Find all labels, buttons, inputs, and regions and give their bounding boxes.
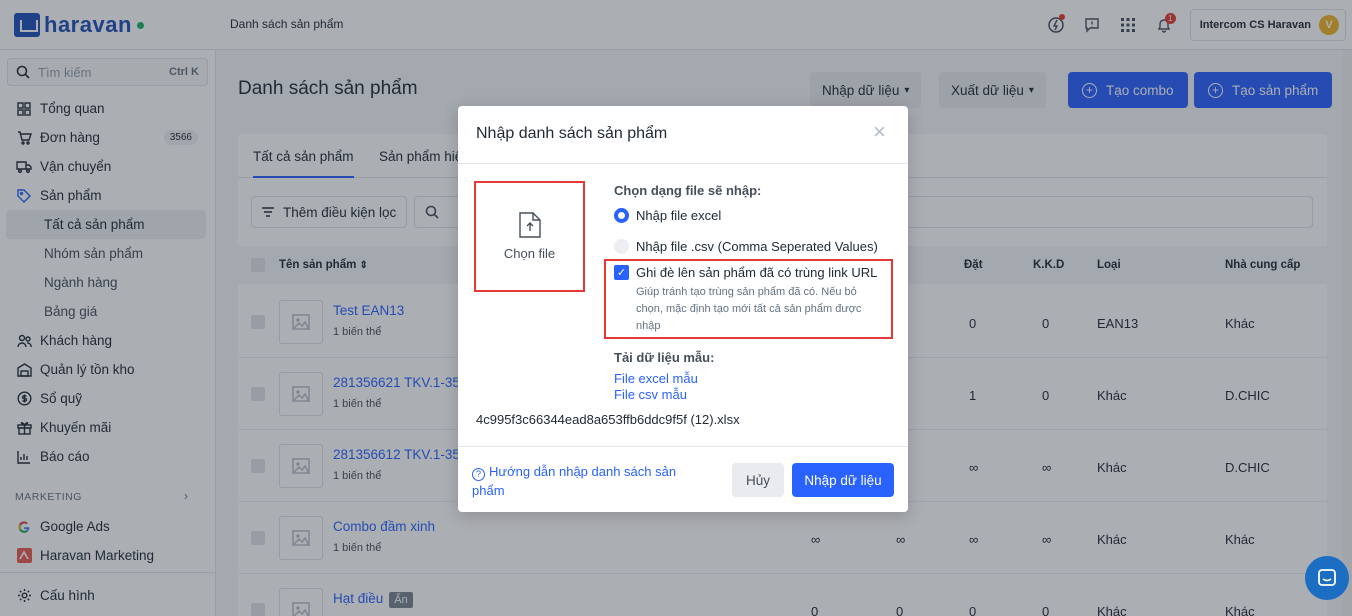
cancel-button[interactable]: Hủy bbox=[732, 463, 784, 497]
close-icon[interactable]: × bbox=[873, 121, 886, 143]
import-guide-label: Hướng dẫn nhập danh sách sản phẩm bbox=[472, 464, 677, 498]
choose-file-label: Chọn file bbox=[503, 246, 556, 261]
file-type-title: Chọn dạng file sẽ nhập: bbox=[614, 183, 762, 198]
radio-csv[interactable] bbox=[614, 239, 629, 254]
file-upload-icon bbox=[518, 212, 541, 238]
radio-csv-label[interactable]: Nhập file .csv (Comma Seperated Values) bbox=[636, 239, 878, 254]
import-guide-link[interactable]: ? Hướng dẫn nhập danh sách sản phẩm bbox=[472, 462, 712, 500]
radio-excel-label[interactable]: Nhập file excel bbox=[636, 208, 721, 223]
radio-excel[interactable] bbox=[614, 208, 629, 223]
overwrite-checkbox[interactable]: ✓ bbox=[614, 265, 629, 280]
modal-footer: ? Hướng dẫn nhập danh sách sản phẩm Hủy N… bbox=[458, 446, 908, 512]
sample-csv-link[interactable]: File csv mẫu bbox=[614, 387, 687, 402]
intercom-chat-button[interactable] bbox=[1305, 556, 1349, 600]
sample-data-title: Tải dữ liệu mẫu: bbox=[614, 350, 715, 365]
selected-filename: 4c995f3c66344ead8a653ffb6ddc9f5f (12).xl… bbox=[476, 412, 740, 427]
sample-excel-link[interactable]: File excel mẫu bbox=[614, 371, 698, 386]
modal-header: Nhập danh sách sản phẩm × bbox=[458, 106, 908, 164]
import-products-modal: Nhập danh sách sản phẩm × Chọn file Chọn… bbox=[458, 106, 908, 512]
overwrite-label[interactable]: Ghi đè lên sản phẩm đã có trùng link URL bbox=[636, 265, 877, 280]
chat-icon bbox=[1318, 569, 1336, 586]
question-circle-icon: ? bbox=[472, 468, 485, 481]
import-data-button[interactable]: Nhập dữ liệu bbox=[792, 463, 894, 497]
overwrite-help-text: Giúp tránh tạo trùng sản phẩm đã có. Nếu… bbox=[636, 286, 862, 332]
modal-title: Nhập danh sách sản phẩm bbox=[476, 125, 668, 142]
choose-file-button[interactable]: Chọn file bbox=[474, 181, 585, 292]
